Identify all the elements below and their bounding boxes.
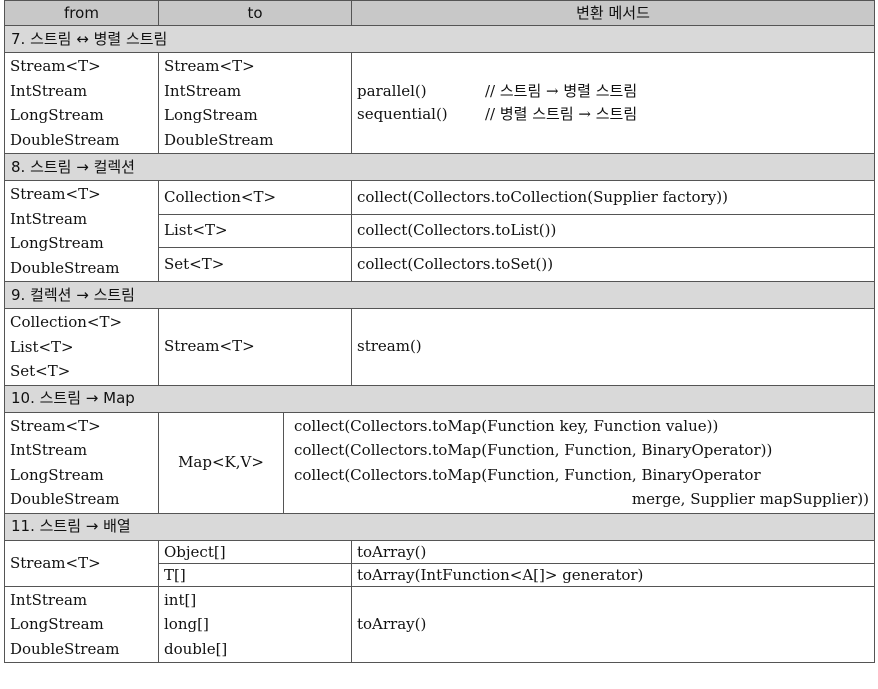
from-cell: Collection<T> List<T> Set<T> — [4, 308, 159, 386]
method-cell: collect(Collectors.toMap(Function key, F… — [283, 411, 875, 514]
method-cell: toArray() — [351, 585, 875, 663]
to-cell: Stream<T> IntStream LongStream DoubleStr… — [158, 52, 352, 154]
from-item: Set<T> — [10, 362, 71, 380]
method-line: collect(Collectors.toMap(Function, Funct… — [294, 441, 773, 459]
to-item: int[] — [164, 590, 197, 609]
to-cell: Map<K,V> — [158, 411, 284, 514]
method-call: parallel() — [357, 82, 427, 100]
method-cell: collect(Collectors.toCollection(Supplier… — [351, 180, 875, 215]
to-cell: Object[] — [158, 539, 352, 564]
section-10-row: Stream<T> IntStream LongStream DoubleStr… — [4, 411, 875, 514]
from-item: DoubleStream — [10, 130, 120, 149]
from-cell: Stream<T> IntStream LongStream DoubleStr… — [4, 411, 159, 514]
conversion-table: from to 변환 메서드 7. 스트림 ↔ 병렬 스트림 Stream<T>… — [4, 0, 875, 663]
to-cell: int[] long[] double[] — [158, 585, 352, 663]
from-item: LongStream — [10, 615, 104, 633]
section-title: 7. 스트림 ↔ 병렬 스트림 — [4, 25, 875, 53]
from-item: Stream<T> — [10, 185, 101, 203]
section-11-header: 11. 스트림 → 배열 — [4, 512, 875, 541]
from-item: DoubleStream — [10, 258, 120, 277]
to-item: long[] — [164, 615, 209, 633]
section-9-header: 9. 컬렉션 → 스트림 — [4, 281, 875, 309]
method-line: sequential() // 병렬 스트림 → 스트림 — [357, 103, 869, 126]
section-8-row: Stream<T> IntStream LongStream DoubleStr… — [4, 180, 875, 282]
from-cell: Stream<T> IntStream LongStream DoubleStr… — [4, 52, 159, 154]
from-item: IntStream — [10, 81, 88, 100]
to-item: Stream<T> — [164, 57, 255, 75]
method-cell: toArray() — [351, 539, 875, 564]
from-item: DoubleStream — [10, 639, 120, 658]
to-item: double[] — [164, 639, 228, 658]
header-to: to — [158, 0, 352, 26]
section-11-row: IntStream LongStream DoubleStream int[] … — [4, 585, 875, 663]
to-cell: T[] — [158, 562, 352, 587]
section-9-row: Collection<T> List<T> Set<T> Stream<T> s… — [4, 308, 875, 386]
header-from: from — [4, 0, 159, 26]
section-7-header: 7. 스트림 ↔ 병렬 스트림 — [4, 25, 875, 53]
from-item: IntStream — [10, 441, 88, 459]
section-7-row: Stream<T> IntStream LongStream DoubleStr… — [4, 52, 875, 154]
method-cell: stream() — [351, 308, 875, 386]
from-item: IntStream — [10, 590, 88, 609]
from-item: LongStream — [10, 465, 104, 484]
from-item: Collection<T> — [10, 313, 123, 331]
method-cell: parallel() // 스트림 → 병렬 스트림 sequential() //… — [351, 52, 875, 154]
method-cell: collect(Collectors.toList()) — [351, 213, 875, 249]
section-title: 10. 스트림 → Map — [4, 384, 875, 413]
section-title: 11. 스트림 → 배열 — [4, 512, 875, 541]
section-title: 8. 스트림 → 컬렉션 — [4, 153, 875, 181]
from-item: List<T> — [10, 337, 74, 356]
from-item: LongStream — [10, 106, 104, 124]
to-item: LongStream — [164, 106, 258, 124]
from-cell: IntStream LongStream DoubleStream — [4, 585, 159, 663]
method-comment: // 병렬 스트림 → 스트림 — [485, 105, 638, 123]
method-line: collect(Collectors.toMap(Function, Funct… — [294, 465, 761, 484]
to-item: IntStream — [164, 81, 242, 100]
from-item: DoubleStream — [10, 490, 120, 508]
header-row: from to 변환 메서드 — [4, 0, 875, 26]
to-cell: List<T> — [158, 213, 352, 249]
method-line: collect(Collectors.toMap(Function key, F… — [294, 416, 719, 435]
from-item: Stream<T> — [10, 57, 101, 75]
method-cell: collect(Collectors.toSet()) — [351, 247, 875, 282]
to-item: DoubleStream — [164, 130, 274, 149]
section-title: 9. 컬렉션 → 스트림 — [4, 281, 875, 309]
method-line: parallel() // 스트림 → 병렬 스트림 — [357, 80, 869, 103]
method-call: sequential() — [357, 105, 448, 123]
to-cell: Collection<T> — [158, 180, 352, 215]
header-method: 변환 메서드 — [351, 0, 875, 26]
from-cell: Stream<T> — [4, 539, 159, 587]
method-comment: // 스트림 → 병렬 스트림 — [485, 82, 638, 100]
method-line: merge, Supplier mapSupplier)) — [631, 490, 869, 508]
from-item: IntStream — [10, 209, 88, 228]
from-item: LongStream — [10, 234, 104, 252]
section-11-row: Stream<T> Object[] toArray() — [4, 539, 875, 587]
from-cell: Stream<T> IntStream LongStream DoubleStr… — [4, 180, 159, 282]
from-item: Stream<T> — [10, 416, 101, 435]
section-8-header: 8. 스트림 → 컬렉션 — [4, 153, 875, 181]
to-cell: Stream<T> — [158, 308, 352, 386]
method-cell: toArray(IntFunction<A[]> generator) — [351, 562, 875, 587]
section-10-header: 10. 스트림 → Map — [4, 384, 875, 413]
to-cell: Set<T> — [158, 247, 352, 282]
